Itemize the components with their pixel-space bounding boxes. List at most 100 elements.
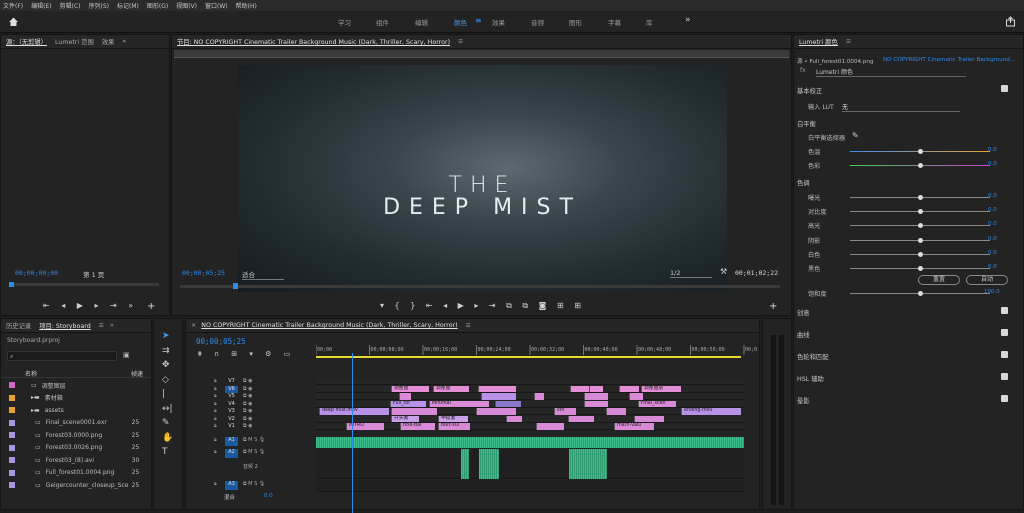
video-clip[interactable]: text-sui: [438, 423, 470, 430]
label-color-swatch[interactable]: [9, 469, 15, 476]
video-clip[interactable]: [399, 393, 411, 400]
video-clip[interactable]: 调整图层: [641, 385, 681, 392]
tone-knob[interactable]: [918, 237, 923, 243]
temp-slider[interactable]: [850, 149, 990, 154]
mix-value[interactable]: 0.0: [264, 493, 273, 499]
selection-tool-icon[interactable]: ➤: [162, 329, 174, 344]
section-basic-title[interactable]: 基本校正: [797, 86, 822, 95]
menu-graphics[interactable]: 图形(G): [147, 1, 168, 10]
video-clip[interactable]: 调整图: [433, 385, 469, 392]
tone-slider[interactable]: [850, 209, 990, 215]
more-tabs-icon[interactable]: »: [110, 322, 114, 329]
menu-edit[interactable]: 编辑(E): [31, 1, 51, 10]
menu-view[interactable]: 视图(V): [176, 1, 197, 10]
track-visibility-icon[interactable]: ⧉ ◉: [243, 386, 253, 392]
project-item[interactable]: ▭ Forest03.0000.png 25: [1, 429, 151, 442]
lumetri-section-title[interactable]: HSL 辅助: [797, 374, 824, 383]
lumetri-section-title[interactable]: 创意: [797, 308, 810, 317]
source-transport-controls[interactable]: ⇤ ◂ ▶ ▸ ⇥ »: [43, 301, 133, 310]
timeline-timecode[interactable]: 00;00;05;25: [196, 337, 246, 346]
tone-knob[interactable]: [918, 251, 923, 257]
tone-value[interactable]: 0.0: [988, 193, 997, 199]
video-clip[interactable]: Minimal: [429, 400, 489, 407]
section-checkbox[interactable]: [1001, 329, 1008, 336]
track-name[interactable]: A2: [225, 449, 238, 458]
video-clip[interactable]: Full_for: [390, 400, 426, 407]
audio-clip[interactable]: [593, 449, 607, 479]
lumetri-title[interactable]: Lumetri 颜色: [799, 37, 838, 46]
track-visibility-icon[interactable]: ⧉ ◉: [243, 401, 253, 407]
lut-dropdown[interactable]: 无: [842, 102, 960, 112]
track-visibility-icon[interactable]: ⧉ ◉: [243, 393, 253, 399]
video-clip[interactable]: sth: [554, 408, 576, 415]
more-workspaces-icon[interactable]: »: [685, 15, 691, 25]
audio-clip[interactable]: [479, 449, 499, 479]
label-color-swatch[interactable]: [9, 382, 15, 389]
track-header-v6[interactable]: 🔒︎ V6 ⧉ ◉: [186, 385, 313, 393]
track-visibility-icon[interactable]: ⧉ ◉: [243, 378, 253, 384]
sat-knob[interactable]: [918, 291, 923, 296]
panel-menu-icon[interactable]: ≡: [99, 322, 104, 329]
track-name[interactable]: V1: [225, 423, 238, 431]
track-header-a1[interactable]: 🔒︎ A1 ⧉ M S 🎙︎: [186, 437, 313, 448]
video-clip[interactable]: [568, 415, 594, 422]
workspace-graphics[interactable]: 图形: [569, 17, 582, 27]
workspace-assembly[interactable]: 组件: [376, 17, 389, 27]
tint-value[interactable]: 0.0: [988, 161, 997, 167]
tone-slider[interactable]: [850, 266, 990, 271]
wrench-icon[interactable]: ⚒: [720, 267, 727, 276]
tone-value[interactable]: 0.0: [988, 236, 997, 242]
track-lane[interactable]: [316, 378, 744, 385]
tone-slider[interactable]: [850, 195, 990, 200]
track-visibility-icon[interactable]: ⧉ ◉: [243, 416, 253, 422]
program-playhead[interactable]: [233, 283, 238, 289]
lock-icon[interactable]: 🔒︎: [214, 481, 217, 487]
timeline-tool-icons[interactable]: ⩩ ∩ ⊞ ▾ ⚙ ▭: [198, 350, 290, 359]
label-color-swatch[interactable]: [9, 444, 15, 451]
workspace-audio[interactable]: 音频: [531, 17, 544, 27]
track-header-v2[interactable]: 🔒︎ V2 ⧉ ◉: [186, 416, 313, 424]
lumetri-section-title[interactable]: 曲线: [797, 330, 810, 339]
workspace-editing[interactable]: 编辑: [415, 17, 428, 27]
track-header-v4[interactable]: 🔒︎ V4 ⧉ ◉: [186, 401, 313, 409]
program-title[interactable]: 节目: NO COPYRIGHT Cinematic Trailer Backg…: [177, 37, 450, 46]
audio-clip[interactable]: [569, 449, 593, 479]
video-clip[interactable]: [478, 385, 516, 392]
lock-icon[interactable]: 🔒︎: [214, 386, 217, 392]
video-clip[interactable]: [476, 408, 516, 415]
auto-button[interactable]: 自动: [966, 275, 1008, 285]
lock-icon[interactable]: 🔒︎: [214, 423, 217, 429]
video-clip[interactable]: [506, 415, 522, 422]
razor-tool-icon[interactable]: ◇: [162, 373, 174, 388]
pen-tool-icon[interactable]: ✎: [162, 416, 174, 431]
tone-slider[interactable]: [850, 237, 990, 243]
project-item[interactable]: ▭ Forest03.0026.png 25: [1, 442, 151, 455]
program-add-button[interactable]: +: [769, 301, 777, 312]
label-color-swatch[interactable]: [9, 407, 15, 414]
work-area-bar[interactable]: [316, 356, 741, 358]
label-color-swatch[interactable]: [9, 482, 15, 489]
source-page[interactable]: 第 1 页: [83, 269, 104, 279]
source-playhead[interactable]: [9, 282, 14, 287]
lumetri-section-title[interactable]: 色轮和匹配: [797, 352, 828, 361]
track-lane[interactable]: [316, 481, 744, 492]
project-item[interactable]: ▭ Geigercounter_closeup_Sce 25: [1, 479, 151, 492]
tone-value[interactable]: 0.0: [988, 207, 997, 213]
tint-slider[interactable]: [850, 163, 990, 168]
video-clip[interactable]: [619, 385, 639, 392]
sat-value[interactable]: 100.0: [984, 289, 1000, 295]
menu-help[interactable]: 帮助(H): [236, 1, 257, 10]
menu-window[interactable]: 窗口(W): [205, 1, 228, 10]
new-bin-icon[interactable]: ▣: [123, 351, 130, 359]
tone-knob[interactable]: [918, 266, 923, 271]
workspace-libraries[interactable]: 库: [646, 17, 653, 27]
track-name[interactable]: V4: [225, 401, 238, 409]
video-clip[interactable]: Final_scen: [638, 400, 676, 407]
temp-value[interactable]: 0.0: [988, 147, 997, 153]
track-name[interactable]: A3: [225, 481, 238, 490]
track-name[interactable]: V6: [225, 385, 238, 393]
project-item[interactable]: ▸▬ assets: [1, 404, 151, 417]
tone-slider[interactable]: [850, 223, 990, 229]
track-header-v7[interactable]: 🔒︎ V7 ⧉ ◉: [186, 378, 313, 386]
section-checkbox[interactable]: [1001, 307, 1008, 314]
